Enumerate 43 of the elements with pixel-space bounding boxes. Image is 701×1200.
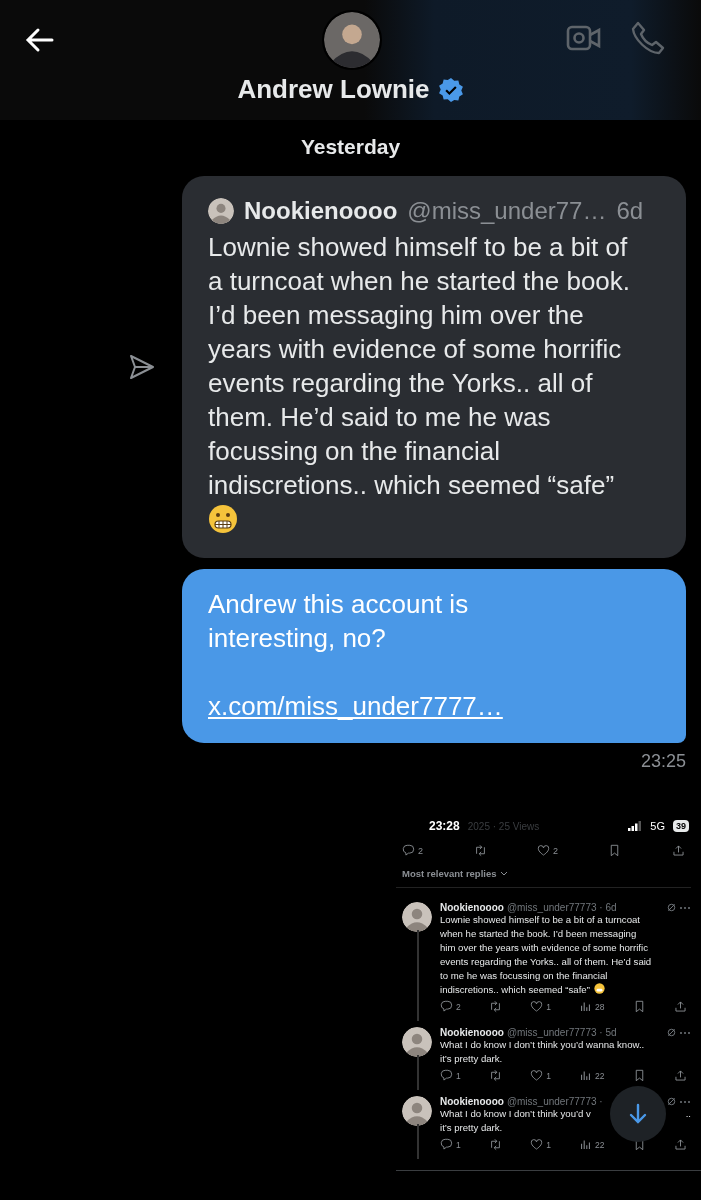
reply-text: indiscretions.. which seemed “safe” bbox=[440, 983, 590, 997]
reply-text: Lownie showed himself to be a bit of a turncoat bbox=[440, 913, 640, 927]
reply-text: it’s pretty dark. bbox=[440, 1052, 503, 1066]
reply-text: him over the years with evidence of some horrific bbox=[440, 941, 648, 955]
author-name: Nookienoooo bbox=[440, 902, 504, 913]
author-handle: @miss_under77773 · bbox=[506, 1096, 604, 1107]
author-handle: @miss_under77773 · 5d bbox=[506, 1027, 618, 1038]
like-count: 1 bbox=[546, 1001, 551, 1012]
message-time: 23:25 bbox=[639, 751, 687, 772]
reply-count: 2 bbox=[418, 845, 423, 856]
battery-level: 39 bbox=[673, 820, 689, 832]
reply-count: 1 bbox=[456, 1139, 461, 1150]
reply-text: to me he was focussing on the financial bbox=[440, 969, 608, 983]
reply-count: 2 bbox=[456, 1001, 461, 1012]
reply-text: .. bbox=[685, 1107, 691, 1121]
status-time: 23:28 bbox=[429, 819, 460, 833]
reply-text: events regarding the Yorks.. all of them. He’d said bbox=[440, 955, 652, 969]
views-count: 22 bbox=[595, 1139, 605, 1150]
author-handle: @miss_under77773 · 6d bbox=[506, 902, 618, 913]
quoted-post-text: Lownie showed himself to be a bit of a turncoat when he started the book. I’d been messaging him over the years with evidence of some horrific events regarding the Yorks.. all of them. He’d said to me he was focussing on the financial indiscretions.. which seemed “safe” bbox=[208, 231, 632, 502]
reply-count: 1 bbox=[456, 1070, 461, 1081]
like-count: 1 bbox=[546, 1139, 551, 1150]
post-age: 6d bbox=[616, 196, 644, 226]
sort-dropdown[interactable]: Most relevant replies bbox=[402, 868, 497, 879]
date-divider: Yesterday bbox=[299, 134, 402, 160]
views-count: 22 bbox=[595, 1070, 605, 1081]
like-count: 2 bbox=[553, 845, 558, 856]
reply-text: when he started the book. I’d been messaging bbox=[440, 927, 637, 941]
views-count: 28 bbox=[595, 1001, 605, 1012]
reply-text: it’s pretty dark. bbox=[440, 1121, 503, 1135]
reply-text: What I do know I don’t think you’d wanna know.. bbox=[440, 1038, 645, 1052]
author-name: Nookienoooo bbox=[440, 1096, 504, 1107]
link[interactable]: x.com/miss_under7777… bbox=[208, 689, 503, 723]
post-meta: 2025 · 25 Views bbox=[467, 820, 541, 832]
like-count: 1 bbox=[546, 1070, 551, 1081]
author-name: Nookienoooo bbox=[244, 196, 398, 226]
contact-name: Andrew Lownie bbox=[237, 74, 430, 105]
network-label: 5G bbox=[650, 820, 665, 832]
reply-text: What I do know I don’t think you’d v bbox=[440, 1107, 591, 1121]
message-bubble[interactable]: Andrew this account is interesting, no? x.com/miss_under7777… bbox=[182, 569, 686, 743]
message-text: Andrew this account is interesting, no? bbox=[208, 588, 470, 655]
author-handle: @miss_under77… bbox=[407, 196, 607, 226]
author-name: Nookienoooo bbox=[440, 1027, 504, 1038]
